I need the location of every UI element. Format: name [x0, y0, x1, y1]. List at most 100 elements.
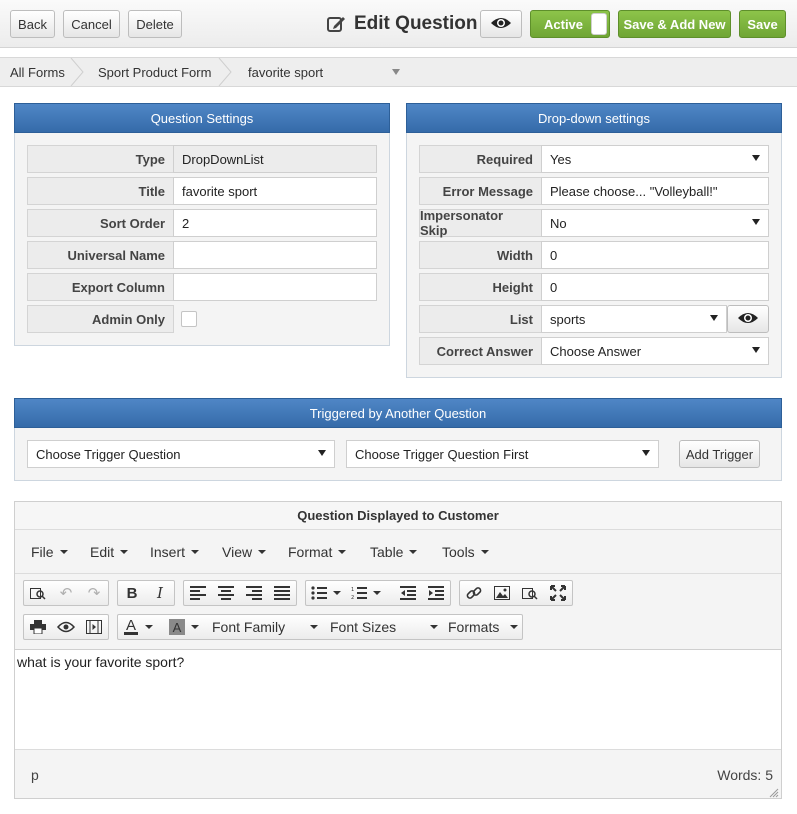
menu-table[interactable]: Table [370, 544, 418, 560]
admin-only-checkbox[interactable] [181, 311, 197, 327]
width-label: Width [419, 241, 542, 269]
required-select[interactable]: Yes [541, 145, 769, 173]
text-color-icon[interactable]: A [118, 615, 144, 639]
chevron-down-icon [510, 625, 518, 629]
type-value: DropDownList [173, 145, 377, 173]
list-select-value: sports [550, 311, 586, 327]
svg-text:1: 1 [351, 587, 354, 593]
correct-answer-value: Choose Answer [550, 343, 642, 359]
question-settings-panel: Question Settings Type DropDownList Titl… [14, 103, 390, 346]
top-toolbar: Back Cancel Delete Edit Question Active … [0, 0, 797, 48]
active-toggle[interactable]: Active [530, 10, 610, 38]
height-input[interactable]: 0 [541, 273, 769, 301]
toggle-knob [591, 13, 607, 35]
preview-button[interactable] [480, 10, 522, 38]
align-justify-icon[interactable] [268, 581, 296, 605]
image-icon[interactable] [488, 581, 516, 605]
align-left-icon[interactable] [184, 581, 212, 605]
preview-icon[interactable] [52, 615, 80, 639]
toolbar-group-fonts: A A Font Family Font Sizes Formats [117, 614, 523, 640]
background-color-caret-icon[interactable] [188, 615, 202, 639]
breadcrumb-dropdown-caret[interactable] [392, 69, 400, 75]
align-center-icon[interactable] [212, 581, 240, 605]
print-icon[interactable] [24, 615, 52, 639]
sort-order-input[interactable]: 2 [173, 209, 377, 237]
dropdown-settings-heading: Drop-down settings [406, 103, 782, 133]
cancel-button[interactable]: Cancel [63, 10, 120, 38]
menu-format[interactable]: Format [288, 544, 347, 560]
error-message-input[interactable]: Please choose... "Volleyball!" [541, 177, 769, 205]
menu-tools-label: Tools [442, 544, 475, 560]
italic-icon[interactable]: I [146, 581, 174, 605]
export-column-input[interactable] [173, 273, 377, 301]
universal-name-input[interactable] [173, 241, 377, 269]
undo-icon[interactable]: ↶ [52, 581, 80, 605]
list-preview-button[interactable] [727, 305, 769, 333]
list-select[interactable]: sports [541, 305, 727, 333]
formats-select[interactable]: Formats [448, 615, 522, 639]
trigger-panel: Triggered by Another Question Choose Tri… [14, 398, 782, 481]
resize-handle-icon[interactable] [769, 786, 779, 798]
menu-tools[interactable]: Tools [442, 544, 489, 560]
chevron-down-icon [752, 219, 760, 225]
word-count: Words: 5 [717, 767, 773, 783]
editor-content[interactable]: what is your favorite sport? [17, 654, 184, 670]
correct-answer-select[interactable]: Choose Answer [541, 337, 769, 365]
chevron-down-icon [409, 550, 418, 554]
media-icon[interactable] [80, 615, 108, 639]
menu-insert[interactable]: Insert [150, 544, 200, 560]
element-path[interactable]: p [31, 767, 39, 783]
breadcrumb-item-form[interactable]: Sport Product Form [98, 58, 211, 86]
numbered-list-caret-icon[interactable] [370, 581, 384, 605]
breadcrumb-item-all-forms[interactable]: All Forms [10, 58, 65, 86]
background-color-icon[interactable]: A [164, 615, 190, 639]
menu-edit-label: Edit [90, 544, 115, 560]
trigger-question-select[interactable]: Choose Trigger Question [27, 440, 335, 468]
title-input[interactable]: favorite sport [173, 177, 377, 205]
link-icon[interactable] [460, 581, 488, 605]
align-right-icon[interactable] [240, 581, 268, 605]
back-button[interactable]: Back [10, 10, 55, 38]
chevron-down-icon [752, 155, 760, 161]
bullet-list-icon[interactable] [306, 581, 332, 605]
edit-icon [326, 14, 348, 34]
outdent-icon[interactable] [394, 581, 422, 605]
menu-edit[interactable]: Edit [90, 544, 129, 560]
breadcrumb-item-question[interactable]: favorite sport [248, 58, 323, 86]
fullscreen-icon[interactable] [544, 581, 572, 605]
chevron-down-icon [752, 347, 760, 353]
indent-icon[interactable] [422, 581, 450, 605]
save-add-new-button[interactable]: Save & Add New [618, 10, 731, 38]
dropdown-settings-panel: Drop-down settings Required Yes Error Me… [406, 103, 782, 378]
chevron-down-icon [338, 550, 347, 554]
menu-file[interactable]: File [31, 544, 68, 560]
search-replace-icon[interactable] [24, 581, 52, 605]
font-sizes-select[interactable]: Font Sizes [330, 615, 442, 639]
chevron-down-icon [430, 625, 438, 629]
media-search-icon[interactable] [516, 581, 544, 605]
text-color-caret-icon[interactable] [142, 615, 156, 639]
trigger-answer-select[interactable]: Choose Trigger Question First [346, 440, 659, 468]
bold-icon[interactable]: B [118, 581, 146, 605]
numbered-list-icon[interactable]: 12 [346, 581, 372, 605]
menu-view[interactable]: View [222, 544, 267, 560]
editor-toolbar: ↶ ↷ B I 12 A A Font Family Font Sizes Fo… [15, 574, 781, 650]
font-family-label: Font Family [212, 619, 286, 635]
width-input[interactable]: 0 [541, 241, 769, 269]
redo-icon[interactable]: ↷ [80, 581, 108, 605]
trigger-answer-value: Choose Trigger Question First [355, 446, 529, 462]
add-trigger-button[interactable]: Add Trigger [679, 440, 760, 468]
delete-button[interactable]: Delete [128, 10, 182, 38]
eye-icon [737, 311, 759, 328]
toolbar-group-style: B I [117, 580, 175, 606]
font-family-select[interactable]: Font Family [212, 615, 322, 639]
editor-menubar: File Edit Insert View Format Table Tools [15, 530, 781, 574]
chevron-down-icon [258, 550, 267, 554]
save-button[interactable]: Save [739, 10, 786, 38]
impersonator-skip-select[interactable]: No [541, 209, 769, 237]
active-toggle-label: Active [544, 16, 584, 32]
title-label: Title [27, 177, 174, 205]
chevron-down-icon [318, 450, 326, 456]
bullet-list-caret-icon[interactable] [330, 581, 344, 605]
menu-file-label: File [31, 544, 54, 560]
